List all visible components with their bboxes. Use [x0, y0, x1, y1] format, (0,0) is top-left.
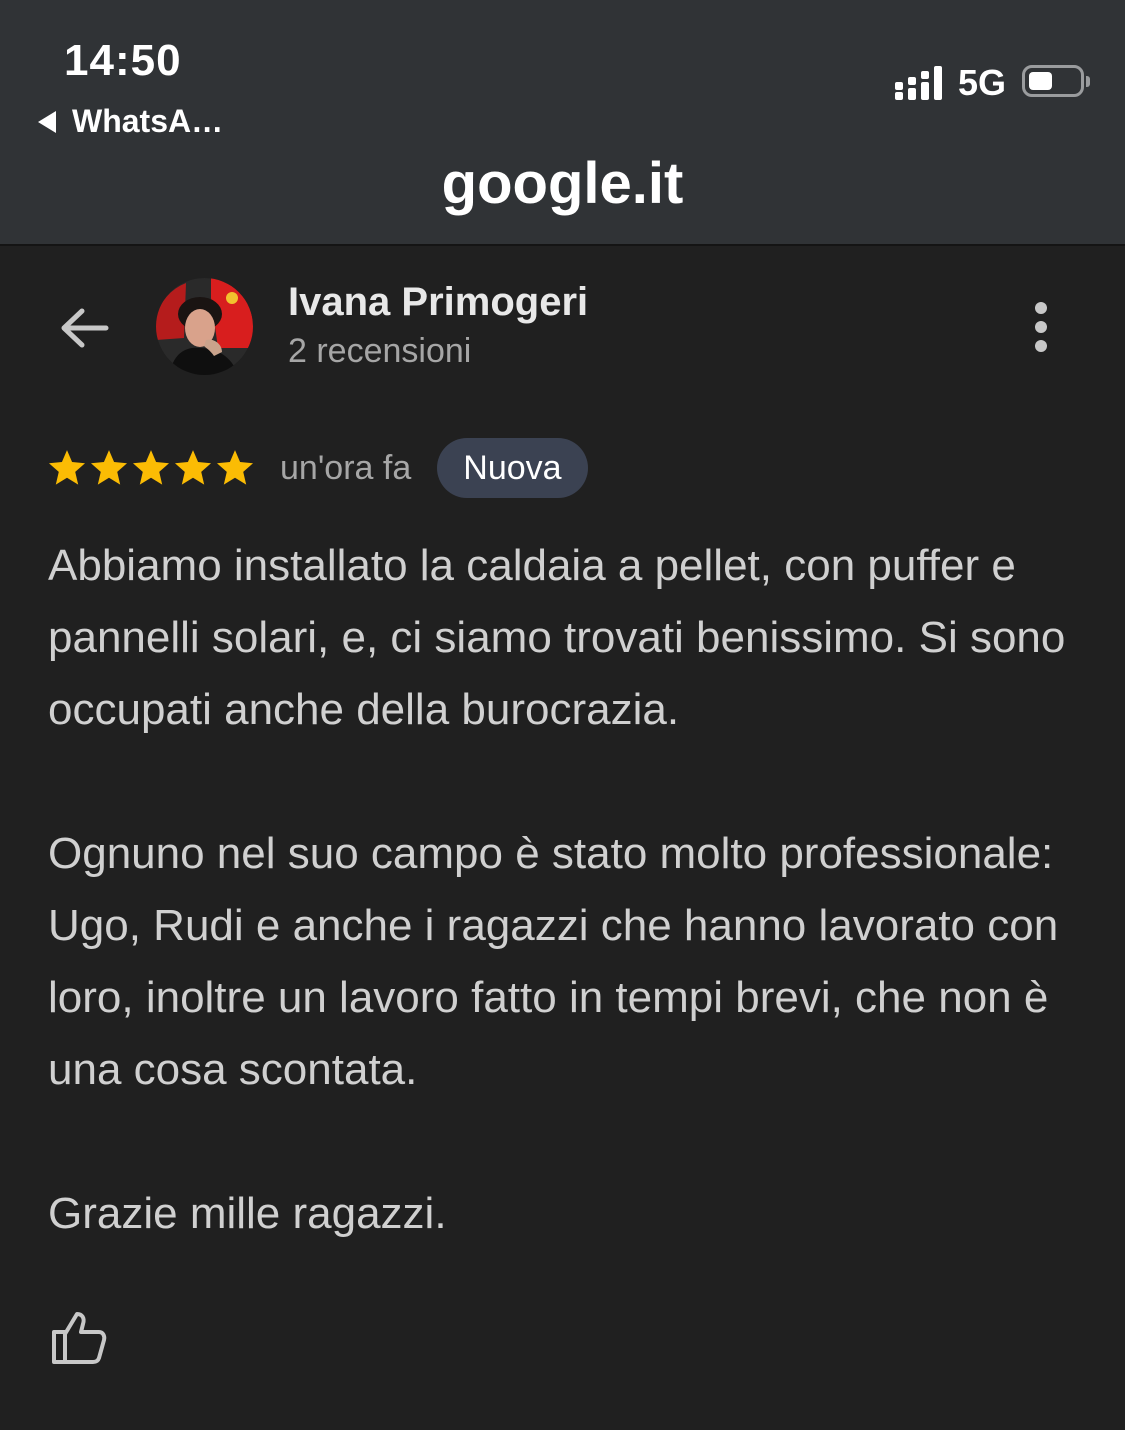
screen: 14:50 WhatsA… 5G google.it Ivana Primoge…: [0, 0, 1125, 1430]
review-paragraph: Abbiamo installato la caldaia a pellet, …: [48, 541, 1066, 734]
reviewer-review-count: 2 recensioni: [288, 332, 472, 370]
star-icon: [216, 450, 254, 485]
back-app-label: WhatsA…: [72, 103, 224, 139]
back-triangle-icon: [38, 110, 56, 133]
thumbs-up-icon[interactable]: [50, 1308, 108, 1366]
back-to-app-button[interactable]: WhatsA…: [38, 103, 223, 140]
review-text: Abbiamo installato la caldaia a pellet, …: [48, 530, 1098, 1250]
browser-top-bar: 14:50 WhatsA… 5G google.it: [0, 0, 1125, 246]
new-badge: Nuova: [437, 438, 588, 498]
star-icon: [90, 450, 128, 485]
review-paragraph: Grazie mille ragazzi.: [48, 1189, 447, 1238]
battery-nub: [1086, 76, 1090, 87]
more-vertical-icon[interactable]: [1025, 298, 1057, 358]
review-paragraph: Ognuno nel suo campo è stato molto profe…: [48, 829, 1059, 1094]
battery-icon: [1022, 65, 1090, 97]
page-url[interactable]: google.it: [0, 150, 1125, 217]
status-time: 14:50: [64, 36, 182, 85]
star-icon: [48, 450, 86, 485]
star-icon: [174, 450, 212, 485]
network-type: 5G: [958, 62, 1007, 103]
avatar[interactable]: [156, 278, 253, 375]
battery-fill: [1029, 72, 1052, 90]
signal-strength-icon: [895, 66, 942, 100]
review-time: un'ora fa: [280, 448, 412, 487]
rating-row: un'ora fa Nuova: [46, 438, 588, 498]
arrow-left-icon[interactable]: [56, 300, 112, 356]
star-icon: [132, 450, 170, 485]
star-rating: [46, 447, 256, 489]
reviewer-name[interactable]: Ivana Primogeri: [288, 280, 588, 325]
